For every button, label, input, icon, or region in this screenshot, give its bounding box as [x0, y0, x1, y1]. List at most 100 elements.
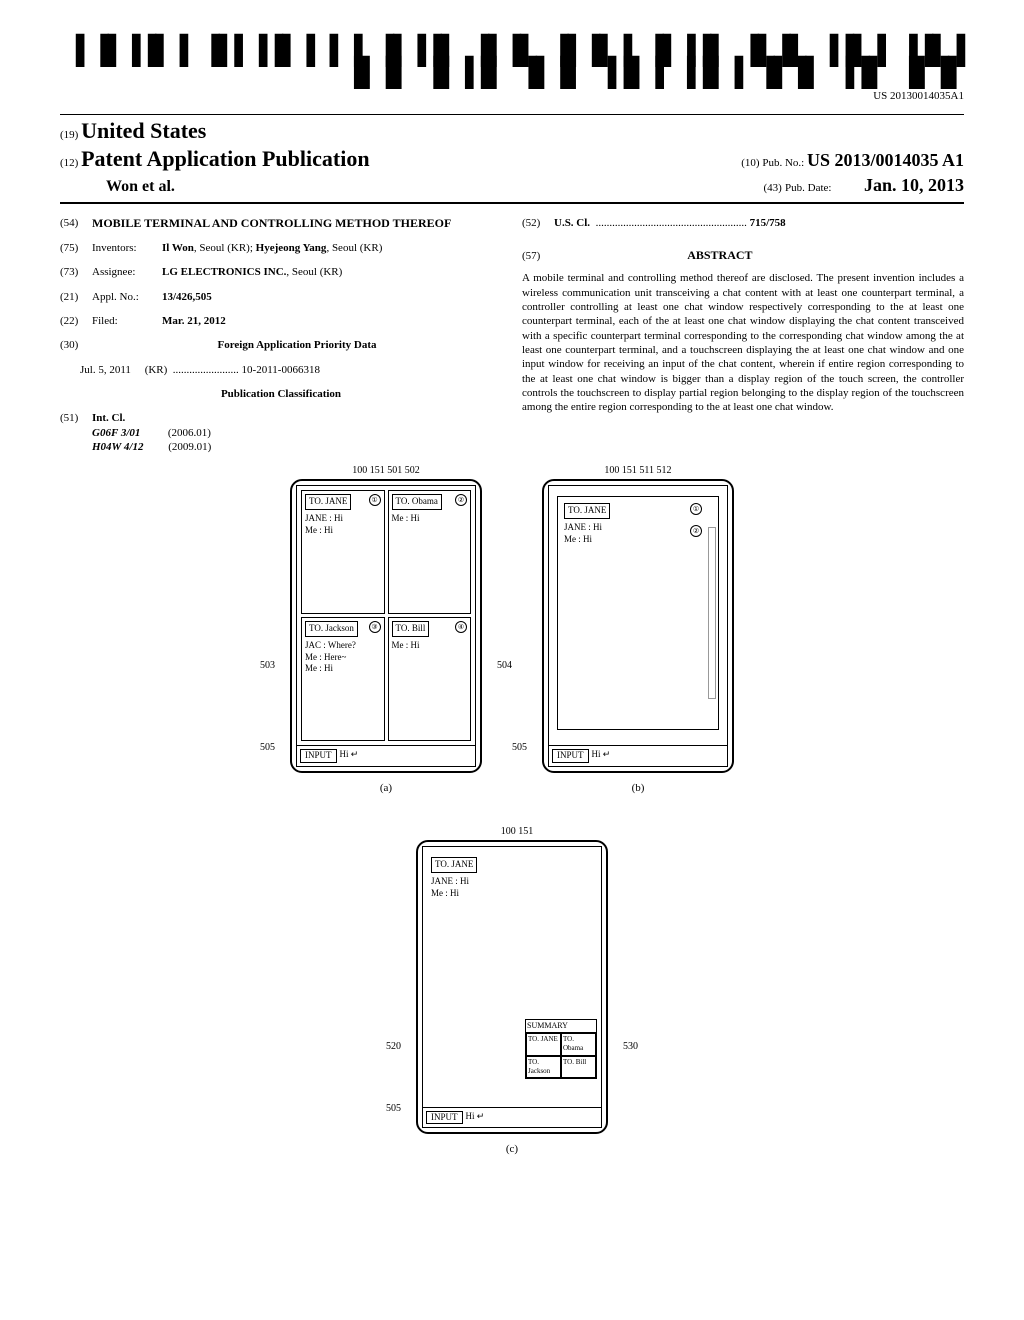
intcl-2-year: (2009.01)	[168, 441, 211, 453]
chat-line: Me : Here~	[305, 652, 381, 664]
pubno-code: (10)	[741, 157, 759, 169]
pub-code: (12)	[60, 157, 78, 169]
country-code: (19)	[60, 129, 78, 141]
chat-line: Me : Hi	[392, 640, 468, 652]
figure-row-c: 100 151 520 505 530 TO. JANE JANE : Hi M…	[60, 825, 964, 1156]
ref-505-a: 505	[260, 741, 275, 754]
applno-value: 13/426,505	[162, 290, 502, 304]
assignee-value: LG ELECTRONICS INC., Seoul (KR)	[162, 265, 502, 279]
chat-to: TO. Obama	[392, 494, 442, 510]
bibliographic-columns: (54) MOBILE TERMINAL AND CONTROLLING MET…	[60, 216, 964, 465]
invention-title: MOBILE TERMINAL AND CONTROLLING METHOD T…	[92, 216, 502, 232]
applno-label: Appl. No.:	[92, 290, 162, 304]
chat-window: TO. Bill ④ Me : Hi	[388, 617, 472, 741]
title-block: (19) United States (12) Patent Applicati…	[60, 114, 964, 204]
intcl-code: (51)	[60, 411, 92, 454]
applno-code: (21)	[60, 290, 92, 304]
ref-520: 520	[386, 1040, 401, 1053]
authors: Won et al.	[60, 177, 175, 198]
summary-cell: TO. Obama	[561, 1033, 596, 1055]
assignee-label: Assignee:	[92, 265, 162, 279]
phone-c: TO. JANE JANE : Hi Me : Hi SUMMARY TO. J…	[416, 840, 608, 1134]
ref-504: 504	[497, 659, 512, 672]
input-label: INPUT	[552, 749, 589, 763]
left-column: (54) MOBILE TERMINAL AND CONTROLLING MET…	[60, 216, 502, 465]
fig-b-refs: 100 151 511 512	[604, 464, 671, 477]
summary-cell: TO. Jackson	[526, 1056, 561, 1078]
ref-503: 503	[260, 659, 275, 672]
chat-num: ①	[369, 494, 381, 506]
figure-row-ab: 100 151 501 502 503 505 504 TO. JANE ① J…	[60, 464, 964, 795]
fig-a-refs: 100 151 501 502	[352, 464, 420, 477]
intcl-label: Int. Cl.	[92, 412, 125, 424]
chat-window: TO. Obama ② Me : Hi	[388, 490, 472, 614]
barcode-graphic: ▌▐▌▐▐▌▐ ▐▌▌▐▐▌▐ ▌▐ ▐▌▐▐▌ ▐▌▐▌ ▐▌▐▌▐ ▐▌▐▐…	[60, 40, 964, 85]
summary-box: SUMMARY TO. JANE TO. Obama TO. Jackson T…	[525, 1019, 597, 1079]
summary-label: SUMMARY	[526, 1020, 596, 1033]
foreign-header: Foreign Application Priority Data	[92, 338, 502, 352]
chat-num: ③	[369, 621, 381, 633]
pubdate-code: (43)	[763, 182, 781, 194]
fig-a-label: (a)	[380, 781, 392, 795]
input-value: Hi ↵	[340, 749, 359, 763]
input-value: Hi ↵	[466, 1111, 485, 1125]
pubno-label: Pub. No.:	[762, 157, 804, 169]
right-column: (52) U.S. Cl. ..........................…	[522, 216, 964, 465]
chat-to: TO. Jackson	[305, 621, 358, 637]
filed-label: Filed:	[92, 314, 162, 328]
fig-c-refs: 100 151	[491, 825, 534, 838]
input-label: INPUT	[426, 1111, 463, 1125]
chat-to: TO. JANE	[564, 503, 610, 519]
input-value: Hi ↵	[592, 749, 611, 763]
chat-to: TO. JANE	[431, 857, 477, 873]
fig-c-label: (c)	[506, 1142, 518, 1156]
intcl-1: G06F 3/01	[92, 427, 140, 439]
summary-cell: TO. Bill	[561, 1056, 596, 1078]
foreign-country: (KR)	[145, 364, 168, 376]
ref-505-b: 505	[512, 741, 527, 754]
chat-to: TO. Bill	[392, 621, 430, 637]
document-header: ▌▐▌▐▐▌▐ ▐▌▌▐▐▌▐ ▌▐ ▐▌▐▐▌ ▐▌▐▌ ▐▌▐▌▐ ▐▌▐▐…	[60, 40, 964, 104]
summary-cell: TO. JANE	[526, 1033, 561, 1055]
scrollbar	[708, 527, 716, 699]
chat-line: Me : Hi	[305, 525, 381, 537]
foreign-date: Jul. 5, 2011	[80, 364, 131, 376]
chat-line: Me : Hi	[431, 888, 593, 900]
abstract-text: A mobile terminal and controlling method…	[522, 271, 964, 414]
figure-b: 100 151 511 512 505 TO. JANE ① ② JANE : …	[542, 464, 734, 795]
input-bar: INPUT Hi ↵	[423, 1107, 601, 1128]
abstract-code: (57)	[522, 250, 540, 262]
pubdate-label: Pub. Date:	[785, 182, 831, 194]
pubno-value: US 2013/0014035 A1	[807, 150, 964, 170]
fig-b-label: (b)	[632, 781, 645, 795]
title-code: (54)	[60, 216, 92, 232]
chat-num: ①	[690, 503, 702, 515]
filed-code: (22)	[60, 314, 92, 328]
chat-line: JAC : Where?	[305, 640, 381, 652]
chat-line: JANE : Hi	[305, 513, 381, 525]
phone-a: TO. JANE ① JANE : Hi Me : Hi TO. Obama ②…	[290, 479, 482, 773]
pub-type: Patent Application Publication	[81, 146, 369, 171]
assignee-code: (73)	[60, 265, 92, 279]
uscl-code: (52)	[522, 216, 554, 230]
chat-line: Me : Hi	[564, 534, 712, 546]
uscl-label: U.S. Cl.	[554, 217, 590, 229]
ref-505-c: 505	[386, 1102, 401, 1115]
intcl-2: H04W 4/12	[92, 441, 143, 453]
chat-window: TO. Jackson ③ JAC : Where? Me : Here~ Me…	[301, 617, 385, 741]
figure-c: 100 151 520 505 530 TO. JANE JANE : Hi M…	[416, 825, 608, 1156]
ref-530: 530	[623, 1040, 638, 1053]
chat-line: JANE : Hi	[431, 876, 593, 888]
input-bar: INPUT Hi ↵	[297, 745, 475, 766]
uscl-value: 715/758	[750, 217, 786, 229]
chat-line: Me : Hi	[305, 663, 381, 675]
filed-value: Mar. 21, 2012	[162, 314, 502, 328]
inventors-label: Inventors:	[92, 241, 162, 255]
phone-b: TO. JANE ① ② JANE : Hi Me : Hi INPUT Hi …	[542, 479, 734, 773]
input-bar: INPUT Hi ↵	[549, 745, 727, 766]
inventors-value: Il Won, Seoul (KR); Hyejeong Yang, Seoul…	[162, 241, 502, 255]
foreign-number: 10-2011-0066318	[242, 364, 320, 376]
foreign-code: (30)	[60, 338, 92, 352]
chat-num: ④	[455, 621, 467, 633]
inventors-code: (75)	[60, 241, 92, 255]
